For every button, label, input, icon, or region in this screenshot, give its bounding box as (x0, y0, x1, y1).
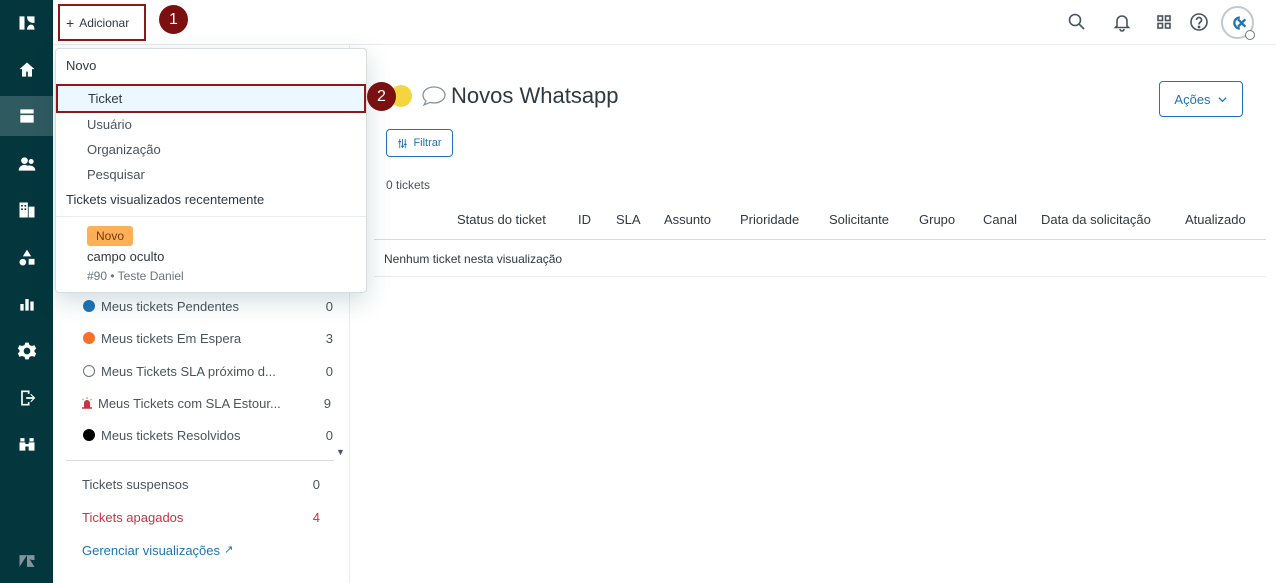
status-badge: Novo (87, 226, 134, 246)
timer-icon (83, 365, 95, 377)
deleted-tickets-count: 4 (312, 510, 320, 525)
view-item-label: Meus tickets Pendentes (101, 298, 240, 314)
chevron-down-icon (1217, 96, 1227, 102)
menu-item-search[interactable]: Pesquisar (87, 167, 145, 182)
manage-views-label: Gerenciar visualizações (82, 543, 221, 558)
page-title: Novos Whatsapp (451, 83, 619, 108)
view-item[interactable]: Meus tickets Em Espera 3 (83, 327, 333, 349)
column-header[interactable]: Atualizado (1185, 212, 1246, 227)
suspended-tickets-count: 0 (312, 477, 320, 492)
view-item[interactable]: Meus Tickets SLA próximo d... 0 (83, 360, 333, 382)
column-header[interactable]: Data da solicitação (1041, 212, 1151, 227)
recent-ticket-subtitle: #90 • Teste Daniel (87, 269, 184, 283)
zendesk-logo-icon[interactable] (0, 3, 53, 43)
brand-logo-icon (1232, 15, 1246, 30)
filter-sliders-icon (398, 138, 408, 148)
actions-button[interactable]: Ações (1159, 81, 1243, 117)
status-dot-icon (83, 429, 95, 441)
main-content: Novos Whatsapp Ações Filtrar 0 tickets S… (351, 45, 1276, 583)
view-item-count: 0 (325, 427, 333, 443)
deleted-tickets-label: Tickets apagados (82, 510, 184, 525)
add-button-label: Adicionar (79, 15, 130, 30)
external-link-icon: ↗ (224, 544, 234, 556)
dropdown-section-new: Novo (66, 58, 97, 73)
divider (56, 216, 366, 217)
filter-button[interactable]: Filtrar (386, 129, 453, 157)
suspended-tickets-label: Tickets suspensos (82, 477, 189, 492)
divider (66, 460, 334, 461)
help-icon[interactable] (1189, 12, 1209, 32)
menu-item-user[interactable]: Usuário (87, 117, 132, 132)
alarm-icon (81, 397, 93, 409)
objects-icon[interactable] (0, 238, 53, 278)
view-item[interactable]: Meus Tickets com SLA Estour... 9 (81, 392, 331, 414)
column-header[interactable]: Grupo (919, 212, 955, 227)
step-badge-2: 2 (367, 82, 396, 111)
view-item-count: 0 (325, 298, 333, 314)
status-dot-icon (83, 332, 95, 344)
search-icon[interactable] (1067, 12, 1087, 32)
reporting-icon[interactable] (0, 284, 53, 324)
column-header[interactable]: Solicitante (829, 212, 889, 227)
manage-views-link[interactable]: Gerenciar visualizações ↗ (82, 543, 320, 558)
view-item-label: Meus Tickets SLA próximo d... (101, 363, 276, 379)
column-header[interactable]: SLA (616, 212, 641, 227)
actions-button-label: Ações (1174, 91, 1211, 107)
menu-item-organization[interactable]: Organização (87, 142, 161, 157)
home-icon[interactable] (0, 50, 53, 90)
dropdown-section-recent: Tickets visualizados recentemente (66, 192, 265, 207)
left-nav (0, 0, 53, 583)
admin-gear-icon[interactable] (0, 331, 53, 371)
suspended-tickets-link[interactable]: Tickets suspensos 0 (82, 477, 320, 492)
views-icon[interactable] (0, 96, 53, 136)
zendesk-z-icon[interactable] (0, 541, 53, 581)
recent-ticket-title[interactable]: campo oculto (87, 249, 164, 264)
products-grid-icon[interactable] (1154, 12, 1174, 32)
organizations-icon[interactable] (0, 190, 53, 230)
status-dot-icon (83, 300, 95, 312)
view-item[interactable]: Meus tickets Pendentes 0 (83, 295, 333, 317)
add-dropdown-menu: Novo Ticket Usuário Organização Pesquisa… (55, 48, 367, 293)
column-header[interactable]: Assunto (664, 212, 711, 227)
table-header: Status do ticket ID SLA Assunto Priorida… (374, 205, 1266, 240)
column-header[interactable]: ID (578, 212, 591, 227)
deleted-tickets-link[interactable]: Tickets apagados 4 (82, 510, 320, 525)
bell-icon[interactable] (1112, 12, 1132, 32)
view-item-count: 3 (325, 330, 333, 346)
view-item-label: Meus tickets Resolvidos (101, 427, 241, 443)
plus-icon: + (66, 14, 75, 31)
binoculars-icon[interactable] (0, 424, 53, 464)
step-badge-1: 1 (159, 5, 188, 34)
top-bar: + Adicionar 1 (53, 0, 1276, 45)
view-item-count: 9 (323, 395, 331, 411)
column-header[interactable]: Prioridade (740, 212, 799, 227)
empty-state-message: Nenhum ticket nesta visualização (374, 241, 1266, 277)
view-item[interactable]: Meus tickets Resolvidos 0 (83, 424, 333, 446)
apps-exit-icon[interactable] (0, 378, 53, 418)
view-item-label: Meus Tickets com SLA Estour... (98, 395, 281, 411)
menu-item-ticket[interactable]: Ticket (56, 84, 366, 113)
column-header[interactable]: Canal (983, 212, 1017, 227)
scroll-down-icon[interactable]: ▼ (336, 447, 345, 457)
ticket-count: 0 tickets (386, 178, 431, 192)
chat-bubble-icon (421, 85, 447, 112)
customers-icon[interactable] (0, 144, 53, 184)
view-item-label: Meus tickets Em Espera (101, 330, 242, 346)
column-header[interactable]: Status do ticket (457, 212, 546, 227)
view-item-count: 0 (325, 363, 333, 379)
filter-button-label: Filtrar (413, 137, 442, 149)
status-indicator (1245, 30, 1255, 40)
add-button[interactable]: + Adicionar (58, 4, 146, 41)
